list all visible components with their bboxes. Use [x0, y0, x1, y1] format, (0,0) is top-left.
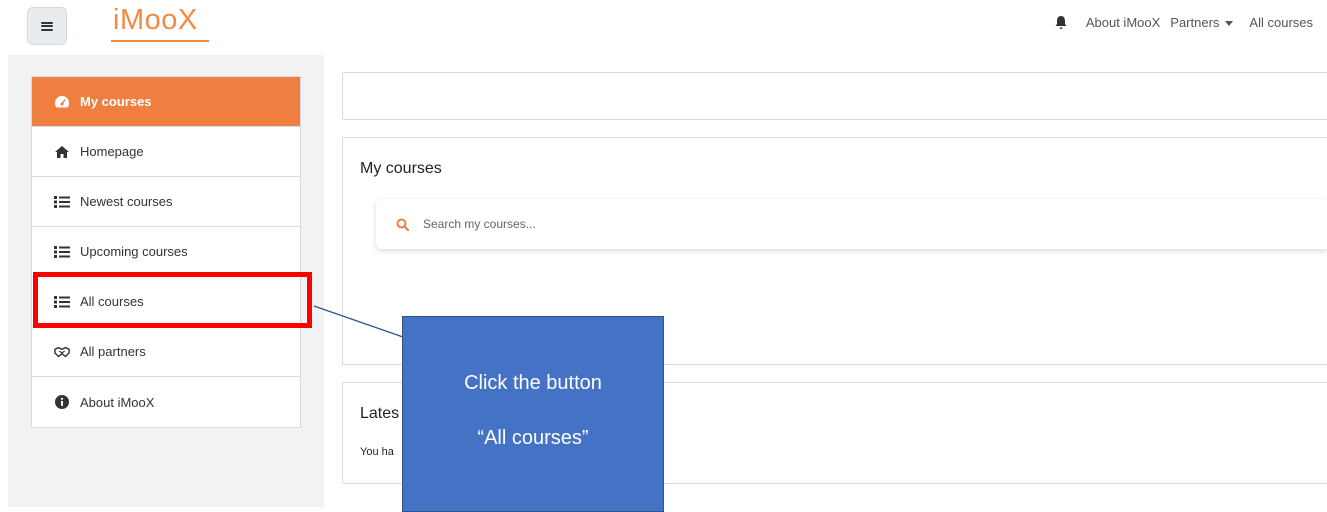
callout-line1: Click the button	[464, 372, 602, 394]
callout-box: Click the button “All courses”	[402, 316, 664, 512]
callout-line2: “All courses”	[477, 427, 589, 449]
